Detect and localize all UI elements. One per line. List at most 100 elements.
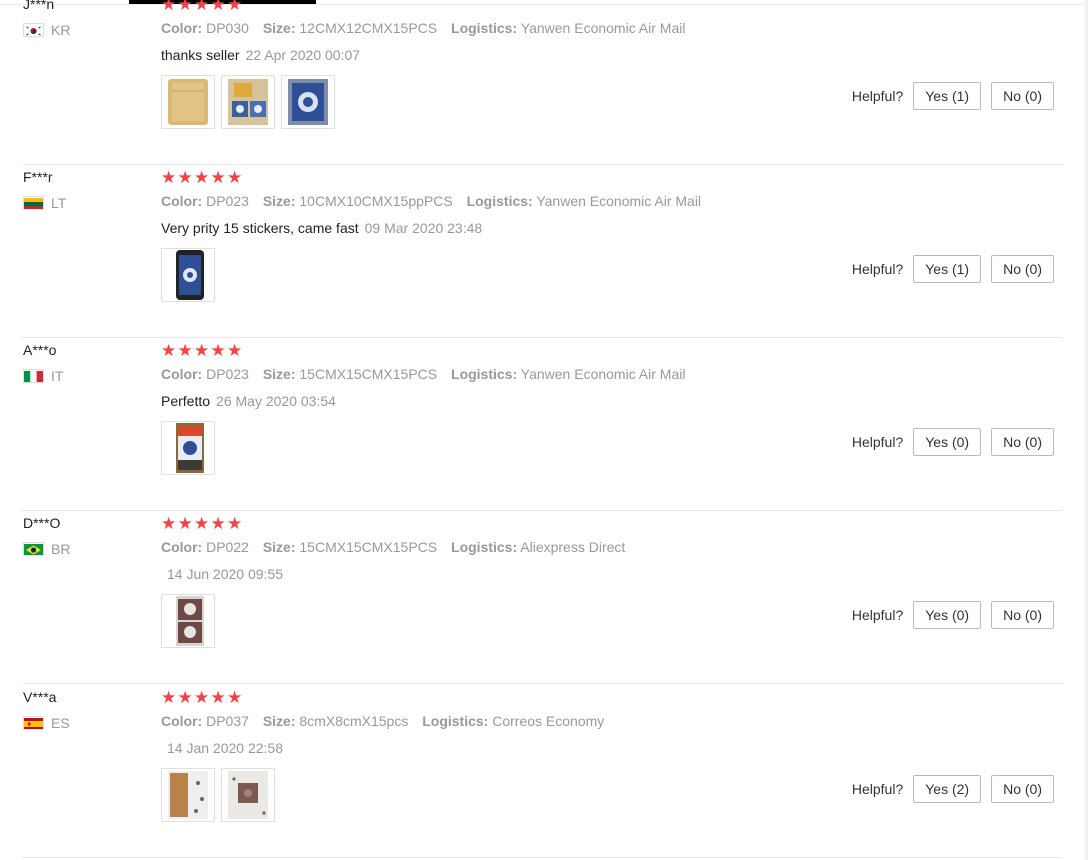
- helpful-no-button[interactable]: No (0): [991, 428, 1054, 456]
- review-item: A***o IT ★ ★ ★ ★ ★ Color: DP023 Size: 15CMX1…: [22, 338, 1062, 511]
- review-photo[interactable]: [161, 421, 215, 475]
- star-icon: ★: [177, 168, 193, 187]
- review-photo[interactable]: [161, 248, 215, 302]
- flag-br-icon: [23, 542, 44, 556]
- review-photos: [161, 75, 335, 129]
- review-photos: [161, 421, 215, 475]
- star-rating: ★ ★ ★ ★ ★: [161, 169, 244, 187]
- helpful-vote: Helpful? Yes (1) No (0): [852, 255, 1054, 283]
- star-icon: ★: [227, 168, 243, 187]
- reviewer-country: ES: [23, 715, 70, 731]
- star-icon: ★: [161, 688, 177, 707]
- logistics-key: Logistics:: [466, 193, 533, 209]
- review-comment: Very prity 15 stickers, came fast 09 Mar …: [161, 220, 482, 236]
- star-icon: ★: [161, 0, 177, 14]
- review-photo[interactable]: [221, 768, 275, 822]
- helpful-no-button[interactable]: No (0): [991, 255, 1054, 283]
- review-photo[interactable]: [161, 768, 215, 822]
- order-attributes: Color: DP030 Size: 12CMX12CMX15PCS Logis…: [161, 20, 685, 36]
- color-key: Color:: [161, 20, 203, 36]
- helpful-label: Helpful?: [851, 434, 904, 450]
- helpful-yes-button[interactable]: Yes (0): [913, 428, 982, 456]
- color-value: DP030: [206, 20, 249, 36]
- review-date: 14 Jan 2020 22:58: [167, 740, 283, 756]
- reviewer-country: LT: [23, 195, 66, 211]
- star-icon: ★: [161, 514, 177, 533]
- review-photos: [161, 594, 215, 648]
- helpful-label: Helpful?: [851, 88, 904, 104]
- color-key: Color:: [161, 713, 203, 729]
- reviewer-country: KR: [23, 22, 70, 38]
- logistics-key: Logistics:: [451, 20, 518, 36]
- helpful-label: Helpful?: [851, 607, 904, 623]
- comment-text: thanks seller: [161, 47, 240, 63]
- logistics-value: Yanwen Economic Air Mail: [520, 366, 686, 382]
- review-photo[interactable]: [161, 594, 215, 648]
- star-icon: ★: [210, 341, 226, 360]
- order-attributes: Color: DP023 Size: 15CMX15CMX15PCS Logis…: [161, 366, 685, 382]
- comment-text: Very prity 15 stickers, came fast: [161, 220, 359, 236]
- country-code: BR: [51, 541, 71, 557]
- star-icon: ★: [210, 0, 226, 14]
- review-photo[interactable]: [281, 75, 335, 129]
- color-value: DP022: [206, 539, 249, 555]
- review-comment: thanks seller 22 Apr 2020 00:07: [161, 47, 360, 63]
- helpful-no-button[interactable]: No (0): [991, 601, 1054, 629]
- review-item: F***r LT ★ ★ ★ ★ ★ Color: DP023 Size: 10CMX1…: [22, 165, 1062, 338]
- reviewer-name: J***n: [23, 0, 55, 12]
- logistics-value: Correos Economy: [492, 713, 605, 729]
- review-photo[interactable]: [161, 75, 215, 129]
- order-attributes: Color: DP022 Size: 15CMX15CMX15PCS Logis…: [161, 539, 625, 555]
- reviewer-name: F***r: [23, 169, 53, 185]
- country-code: KR: [51, 22, 71, 38]
- flag-it-icon: [23, 369, 44, 383]
- star-icon: ★: [227, 0, 243, 14]
- star-icon: ★: [177, 0, 193, 14]
- logistics-key: Logistics:: [451, 539, 518, 555]
- star-icon: ★: [210, 688, 226, 707]
- review-photos: [161, 248, 215, 302]
- logistics-value: Yanwen Economic Air Mail: [520, 20, 686, 36]
- size-key: Size:: [262, 193, 296, 209]
- helpful-yes-button[interactable]: Yes (1): [913, 255, 982, 283]
- color-value: DP023: [206, 366, 249, 382]
- star-icon: ★: [194, 0, 210, 14]
- size-key: Size:: [262, 20, 296, 36]
- color-key: Color:: [161, 366, 203, 382]
- size-key: Size:: [262, 713, 296, 729]
- country-code: ES: [51, 715, 70, 731]
- size-key: Size:: [262, 366, 296, 382]
- helpful-no-button[interactable]: No (0): [991, 775, 1054, 803]
- reviewer-name: D***O: [23, 515, 61, 531]
- star-icon: ★: [227, 688, 243, 707]
- country-code: LT: [51, 195, 67, 211]
- logistics-key: Logistics:: [422, 713, 489, 729]
- helpful-vote: Helpful? Yes (0) No (0): [852, 428, 1054, 456]
- review-date: 22 Apr 2020 00:07: [245, 47, 361, 63]
- star-icon: ★: [161, 168, 177, 187]
- logistics-value: Aliexpress Direct: [520, 539, 626, 555]
- review-comment: 14 Jun 2020 09:55: [161, 566, 283, 582]
- helpful-label: Helpful?: [851, 261, 904, 277]
- helpful-yes-button[interactable]: Yes (0): [913, 601, 982, 629]
- size-value: 8cmX8cmX15pcs: [299, 713, 409, 729]
- logistics-key: Logistics:: [451, 366, 518, 382]
- star-rating: ★ ★ ★ ★ ★: [161, 342, 244, 360]
- helpful-yes-button[interactable]: Yes (2): [913, 775, 982, 803]
- country-code: IT: [51, 368, 64, 384]
- helpful-label: Helpful?: [851, 781, 904, 797]
- review-item: D***O BR ★ ★ ★ ★ ★ Color: DP022 Size: 15CMX1…: [22, 511, 1062, 684]
- helpful-no-button[interactable]: No (0): [991, 82, 1054, 110]
- reviewer-name: V***a: [23, 689, 57, 705]
- helpful-yes-button[interactable]: Yes (1): [913, 82, 982, 110]
- order-attributes: Color: DP023 Size: 10CMX10CMX15ppPCS Log…: [161, 193, 701, 209]
- star-rating: ★ ★ ★ ★ ★: [161, 689, 244, 707]
- star-icon: ★: [194, 168, 210, 187]
- review-photo[interactable]: [221, 75, 275, 129]
- size-value: 10CMX10CMX15ppPCS: [299, 193, 453, 209]
- color-value: DP037: [206, 713, 249, 729]
- color-key: Color:: [161, 193, 203, 209]
- star-icon: ★: [177, 514, 193, 533]
- logistics-value: Yanwen Economic Air Mail: [536, 193, 702, 209]
- size-value: 15CMX15CMX15PCS: [299, 539, 438, 555]
